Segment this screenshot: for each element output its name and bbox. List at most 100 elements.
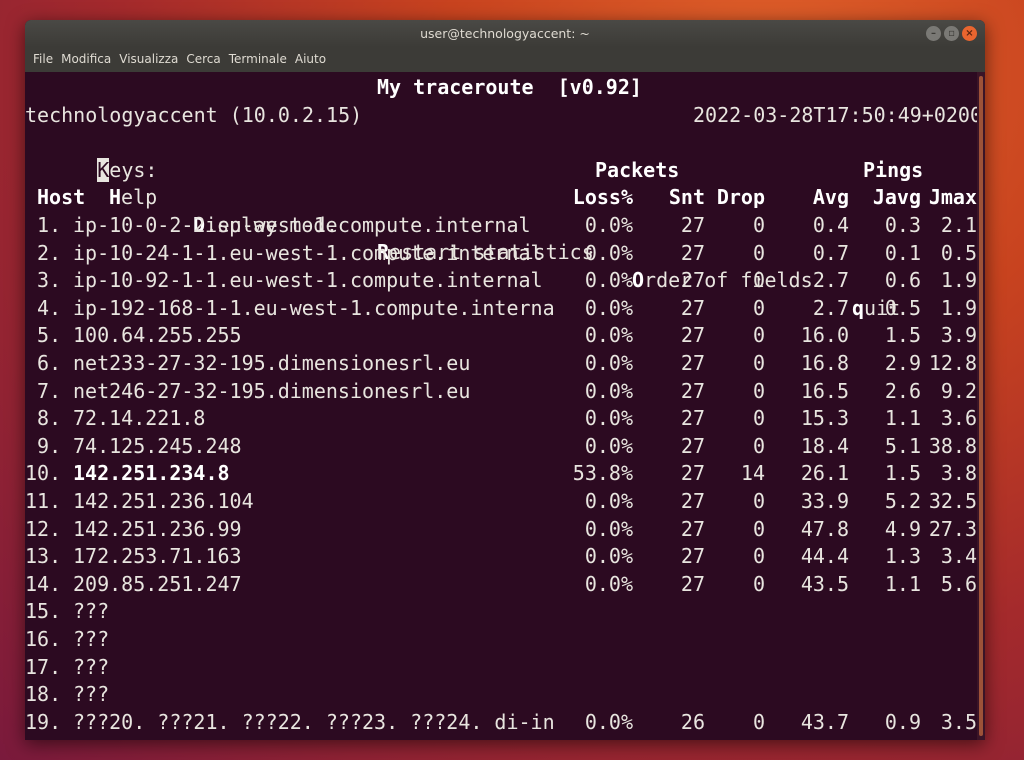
menu-terminale[interactable]: Terminale (225, 47, 291, 72)
drop-cell: 0 (752, 709, 765, 734)
javg-cell: 0.1 (884, 240, 921, 265)
hop-row: 17.??? (25, 654, 977, 682)
snt-cell: 27 (680, 516, 705, 541)
col-drop[interactable]: Drop (717, 184, 765, 212)
hop-row: 3. ip-10-92-1-1.eu-west-1.compute.interna… (25, 267, 977, 295)
terminal-content[interactable]: My traceroute [v0.92] technologyaccent (… (25, 72, 982, 740)
scrollbar-thumb[interactable] (979, 76, 983, 736)
snt-cell: 27 (680, 406, 705, 431)
hop-number: 7. (25, 378, 62, 403)
drop-cell: 0 (752, 295, 765, 320)
avg-cell: 44.4 (800, 544, 849, 569)
hop-host: ??? (73, 627, 110, 651)
javg-cell: 5.2 (884, 489, 921, 513)
hop-row: 2. ip-10-24-1-1.eu-west-1.compute.interna… (25, 240, 977, 268)
loss-cell: 0.0% (584, 351, 633, 375)
menu-modifica[interactable]: Modifica (57, 47, 115, 72)
hop-number: 4. (25, 295, 62, 320)
drop-cell: 0 (752, 516, 765, 541)
col-jmax[interactable]: Jmax (929, 184, 977, 212)
snt-cell: 27 (680, 571, 705, 596)
terminal-window: user@technologyaccent: ~ – ▫ × File Modi… (25, 20, 985, 740)
loss-cell: 0.0% (584, 516, 633, 541)
snt-cell: 27 (680, 433, 705, 458)
hop-host: ip-192-168-1-1.eu-west-1.compute.interna (73, 295, 555, 320)
menu-bar: File Modifica Visualizza Cerca Terminale… (25, 47, 985, 72)
jmax-cell: 2.1 (940, 213, 977, 237)
avg-cell: 2.7 (812, 268, 849, 293)
loss-cell: 0.0% (584, 240, 633, 265)
javg-cell: 1.3 (884, 544, 921, 569)
drop-cell: 0 (752, 433, 765, 458)
hop-number: 12. (25, 516, 62, 541)
javg-cell: 0.5 (884, 295, 921, 320)
menu-aiuto[interactable]: Aiuto (291, 47, 330, 72)
hop-host: ip-10-92-1-1.eu-west-1.compute.internal (73, 268, 543, 293)
drop-cell: 0 (752, 571, 765, 596)
loss-cell: 0.0% (584, 489, 633, 513)
hop-row: 8. 72.14.221.8 0.0% 27 0 15.3 1.1 3.6 (25, 405, 977, 433)
col-host[interactable]: Host (37, 184, 85, 212)
hop-number: 16. (25, 627, 62, 651)
jmax-cell: 1.9 (940, 268, 977, 293)
avg-cell: 18.4 (800, 433, 849, 458)
drop-cell: 0 (752, 351, 765, 375)
menu-file[interactable]: File (29, 47, 57, 72)
snt-cell: 27 (680, 268, 705, 293)
minimize-icon: – (931, 28, 936, 39)
loss-cell: 0.0% (584, 378, 633, 403)
jmax-cell: 3.4 (940, 544, 977, 569)
jmax-cell: 1.9 (940, 295, 977, 320)
hop-number: 1. (25, 213, 62, 237)
snt-cell: 27 (680, 323, 705, 348)
hop-row: 4. ip-192-168-1-1.eu-west-1.compute.inter… (25, 295, 977, 323)
keys-line: Keys: Help Display mode Restart statisti… (25, 129, 900, 320)
snt-cell: 26 (680, 709, 705, 734)
javg-cell: 1.1 (884, 571, 921, 596)
drop-cell: 0 (752, 489, 765, 513)
hop-row: 12. 142.251.236.99 0.0% 27 0 47.8 4.9 27.3 (25, 516, 977, 544)
avg-cell: 0.7 (812, 240, 849, 265)
drop-cell: 0 (752, 213, 765, 237)
col-javg[interactable]: Javg (873, 184, 921, 212)
jmax-cell: 9.2 (940, 378, 977, 403)
hop-host: ip-10-24-1-1.eu-west-1.compute.internal (73, 240, 543, 265)
hop-row: 1. ip-10-0-2-2.eu-west-1.compute.internal… (25, 212, 977, 240)
jmax-cell: 32.5 (928, 489, 977, 513)
hop-row: 11. 142.251.236.104 0.0% 27 0 33.9 5.2 32.5 (25, 488, 977, 516)
javg-cell: 1.5 (884, 323, 921, 348)
maximize-button[interactable]: ▫ (944, 26, 959, 41)
scrollbar[interactable] (977, 72, 985, 740)
packets-group-header: Packets (595, 158, 680, 182)
loss-cell: 0.0% (584, 323, 633, 348)
keys-label: eys: (109, 157, 158, 182)
hop-number: 18. (25, 682, 62, 707)
javg-cell: 1.5 (884, 461, 921, 486)
loss-cell: 0.0% (584, 571, 633, 596)
hop-host: 142.251.236.104 (73, 489, 254, 513)
col-loss[interactable]: Loss% (573, 184, 633, 212)
hop-host: ???20. ???21. ???22. ???23. ???24. di-in (73, 709, 555, 734)
avg-cell: 0.4 (812, 213, 849, 237)
hop-row: 7. net246-27-32-195.dimensionesrl.eu 0.0% 2… (25, 378, 977, 406)
hop-number: 5. (25, 323, 62, 348)
menu-cerca[interactable]: Cerca (182, 47, 224, 72)
snt-cell: 27 (680, 213, 705, 237)
drop-cell: 0 (752, 544, 765, 569)
minimize-button[interactable]: – (926, 26, 941, 41)
close-button[interactable]: × (962, 26, 977, 41)
hop-host: 72.14.221.8 (73, 406, 206, 431)
col-avg[interactable]: Avg (813, 184, 849, 212)
pings-group-header: Pings (863, 158, 924, 182)
hop-number: 8. (25, 406, 62, 431)
hop-row: 10. 142.251.234.8 53.8% 27 14 26.1 1.5 3.8 (25, 460, 977, 488)
hop-row: 19. ???20. ???21. ???22. ???23. ???24. di… (25, 709, 977, 737)
hop-number: 2. (25, 240, 62, 265)
menu-visualizza[interactable]: Visualizza (115, 47, 182, 72)
close-icon: × (965, 28, 974, 39)
hop-row: 18.??? (25, 681, 977, 709)
title-bar[interactable]: user@technologyaccent: ~ – ▫ × (25, 20, 985, 47)
mtr-title: My traceroute [v0.92] (377, 75, 642, 99)
jmax-cell: 3.9 (940, 323, 977, 348)
col-snt[interactable]: Snt (669, 184, 705, 212)
